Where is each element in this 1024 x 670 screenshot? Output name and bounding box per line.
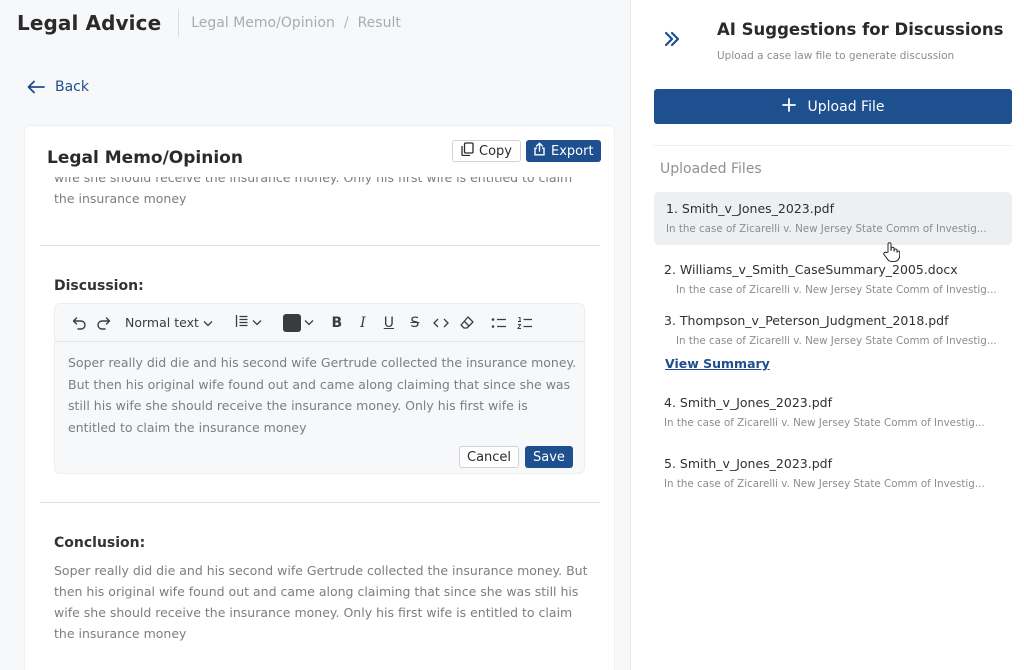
ai-suggestions-panel: AI Suggestions for Discussions Upload a … xyxy=(630,0,1024,670)
file-name: 3. Thompson_v_Peterson_Judgment_2018.pdf xyxy=(664,313,949,328)
upload-label: Upload File xyxy=(807,98,885,115)
panel-title: AI Suggestions for Discussions xyxy=(717,20,1004,39)
main-pane: Legal Advice Legal Memo/Opinion / Result… xyxy=(0,0,630,670)
section-divider xyxy=(40,245,600,246)
underline-icon[interactable]: U xyxy=(377,311,401,335)
chevron-down-icon xyxy=(304,315,314,330)
memo-title: Legal Memo/Opinion xyxy=(47,148,243,168)
save-button[interactable]: Save xyxy=(525,446,573,468)
chevron-down-icon xyxy=(203,315,213,330)
header-bar: Legal Advice Legal Memo/Opinion / Result xyxy=(0,0,630,46)
bold-icon[interactable]: B xyxy=(325,311,349,335)
text-color-select[interactable] xyxy=(279,313,319,332)
discussion-label: Discussion: xyxy=(54,278,144,294)
file-item[interactable]: 4. Smith_v_Jones_2023.pdf In the case of… xyxy=(654,395,1012,429)
code-icon[interactable] xyxy=(429,311,453,335)
discussion-editor[interactable]: Normal text B I U S Soper really did die… xyxy=(54,303,585,474)
section-divider xyxy=(40,502,600,503)
file-snippet: In the case of Zicarelli v. New Jersey S… xyxy=(666,223,987,235)
redo-icon[interactable] xyxy=(91,311,115,335)
conclusion-label: Conclusion: xyxy=(54,535,146,551)
collapse-panel-icon[interactable] xyxy=(663,30,681,52)
clear-format-icon[interactable] xyxy=(455,311,479,335)
hand-cursor-icon xyxy=(882,241,901,267)
file-name: 5. Smith_v_Jones_2023.pdf xyxy=(664,456,832,471)
file-snippet: In the case of Zicarelli v. New Jersey S… xyxy=(664,417,985,429)
file-snippet: In the case of Zicarelli v. New Jersey S… xyxy=(664,478,985,490)
export-icon xyxy=(533,142,546,160)
text-color-swatch xyxy=(283,313,302,332)
file-name: 1. Smith_v_Jones_2023.pdf xyxy=(666,201,834,216)
discussion-text[interactable]: Soper really did die and his second wife… xyxy=(68,352,578,438)
chevron-down-icon xyxy=(252,315,262,330)
bullet-list-icon[interactable] xyxy=(487,311,511,335)
line-spacing-icon xyxy=(235,314,249,332)
editor-toolbar: Normal text B I U S xyxy=(55,304,584,342)
line-spacing-select[interactable] xyxy=(231,314,267,332)
app-title: Legal Advice xyxy=(17,11,162,35)
file-name: 4. Smith_v_Jones_2023.pdf xyxy=(664,395,832,410)
file-item[interactable]: 5. Smith_v_Jones_2023.pdf In the case of… xyxy=(654,456,1012,490)
file-item[interactable]: 2. Williams_v_Smith_CaseSummary_2005.doc… xyxy=(654,262,1012,296)
panel-subtitle: Upload a case law file to generate discu… xyxy=(717,50,955,62)
copy-icon xyxy=(461,142,474,160)
numbered-list-icon[interactable] xyxy=(513,311,537,335)
memo-card: Legal Memo/Opinion Copy Export wife she … xyxy=(25,126,614,670)
conclusion-text: Soper really did die and his second wife… xyxy=(54,563,588,641)
file-snippet: In the case of Zicarelli v. New Jersey S… xyxy=(676,335,997,347)
breadcrumb-result: Result xyxy=(357,15,401,31)
copy-label: Copy xyxy=(479,143,512,159)
export-label: Export xyxy=(551,143,594,159)
copy-button[interactable]: Copy xyxy=(452,140,521,162)
export-button[interactable]: Export xyxy=(526,140,601,162)
file-snippet: In the case of Zicarelli v. New Jersey S… xyxy=(676,284,997,296)
undo-icon[interactable] xyxy=(67,311,91,335)
memo-top-paragraph: wife she should receive the insurance mo… xyxy=(54,177,573,206)
breadcrumb-separator: / xyxy=(343,15,349,31)
breadcrumb-memo[interactable]: Legal Memo/Opinion xyxy=(191,15,335,31)
plus-icon xyxy=(781,97,796,116)
upload-file-button[interactable]: Upload File xyxy=(654,89,1012,124)
back-button[interactable]: Back xyxy=(27,79,89,95)
view-summary-link[interactable]: View Summary xyxy=(665,356,770,371)
arrow-left-icon xyxy=(27,80,45,94)
block-type-value: Normal text xyxy=(125,315,199,330)
block-type-select[interactable]: Normal text xyxy=(115,315,219,330)
italic-icon[interactable]: I xyxy=(351,311,375,335)
panel-divider xyxy=(654,145,1012,146)
file-item[interactable]: 3. Thompson_v_Peterson_Judgment_2018.pdf… xyxy=(654,313,1012,347)
uploaded-files-heading: Uploaded Files xyxy=(660,161,762,177)
back-label: Back xyxy=(55,79,89,95)
strikethrough-icon[interactable]: S xyxy=(403,311,427,335)
header-divider xyxy=(178,9,180,37)
file-name: 2. Williams_v_Smith_CaseSummary_2005.doc… xyxy=(664,262,958,277)
memo-top-text: wife she should receive the insurance mo… xyxy=(54,177,594,217)
cancel-button[interactable]: Cancel xyxy=(459,446,520,468)
file-item[interactable]: 1. Smith_v_Jones_2023.pdf In the case of… xyxy=(654,192,1012,245)
